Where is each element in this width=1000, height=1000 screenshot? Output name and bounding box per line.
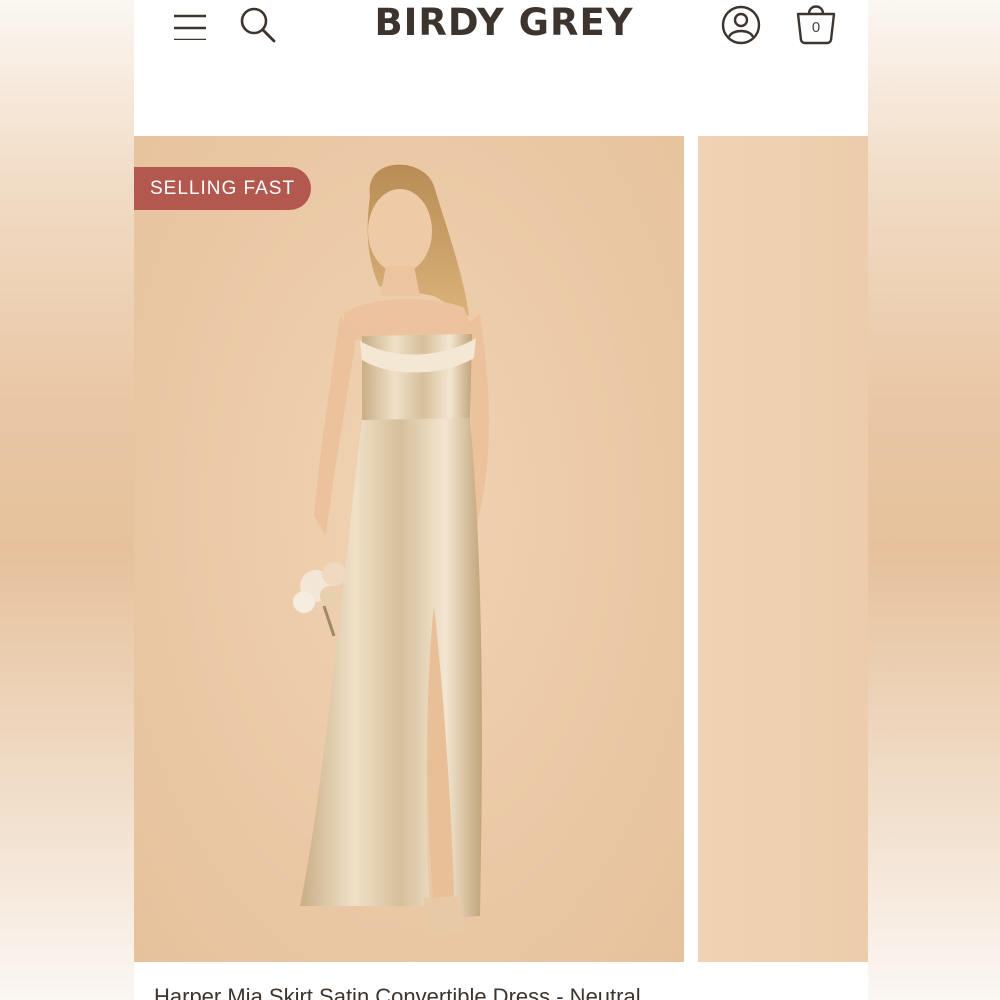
- hamburger-menu-icon[interactable]: [172, 6, 208, 42]
- model-photo: [293, 164, 489, 936]
- brand-logo[interactable]: BIRDY GREY: [334, 0, 674, 46]
- right-blur-background: [868, 0, 1000, 1000]
- shopping-bag-icon[interactable]: 0: [792, 0, 840, 48]
- search-icon[interactable]: [238, 4, 278, 44]
- phone-screen: BIRDY GREY 0 Harper Mia Skirt Satin Conv…: [134, 0, 868, 1000]
- account-icon[interactable]: [720, 4, 762, 46]
- selling-fast-badge: SELLING FAST: [134, 167, 312, 210]
- site-header: BIRDY GREY 0: [134, 0, 868, 136]
- product-title[interactable]: Harper Mia Skirt Satin Convertible Dress…: [154, 982, 854, 1000]
- bag-count-badge: 0: [811, 19, 821, 36]
- product-image-next[interactable]: [698, 136, 868, 962]
- product-image-main[interactable]: [134, 136, 684, 962]
- left-blur-background: [0, 0, 134, 1000]
